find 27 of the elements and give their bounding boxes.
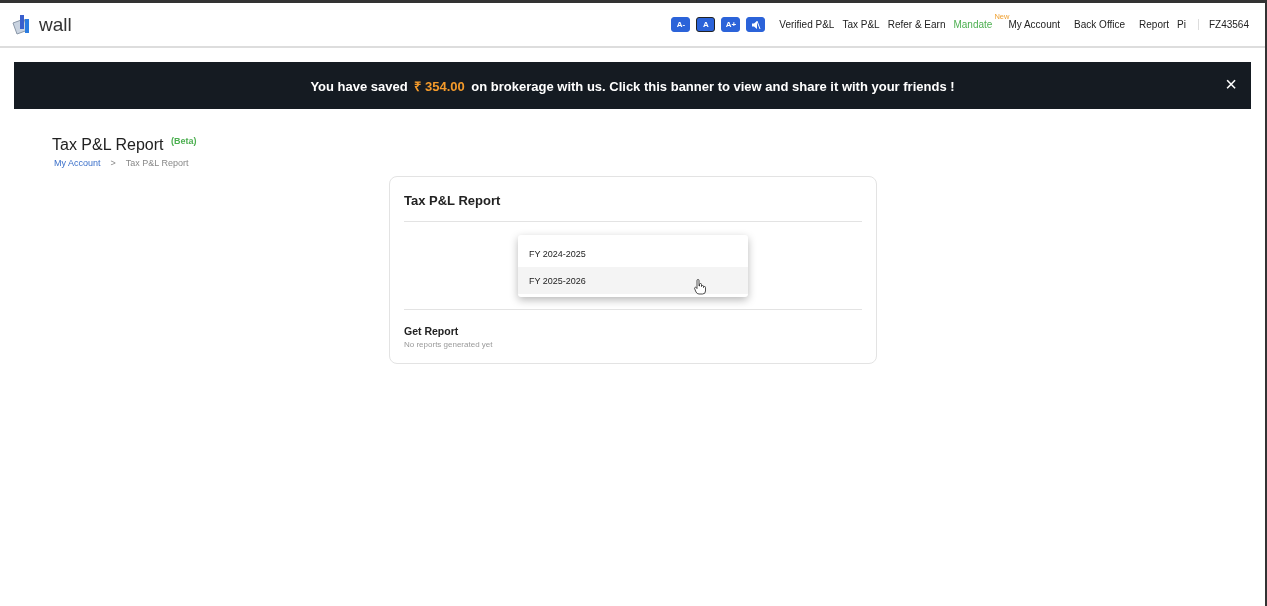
mute-button[interactable] [746,17,766,32]
section-title: Get Report [404,325,460,337]
nav-link[interactable]: Verified P&L [779,19,835,30]
logo-text: wall [39,13,72,36]
savings-banner[interactable]: You have saved ₹ 354.00 on brokerage with us. Click this banner to view and share it with your friends ! × [14,62,1251,109]
nav-link[interactable]: My Account [1008,19,1061,30]
breadcrumb-link[interactable]: My Account [54,158,101,168]
nav-link[interactable]: Pi [1177,19,1186,30]
banner-text: You have saved ₹ 354.00 on brokerage with us. Click this banner to view and share it with your friends ! [310,77,955,95]
year-option[interactable]: FY 2025-2026 [518,267,748,294]
breadcrumb-separator: > [110,158,116,168]
font-size-button[interactable]: A+ [721,17,741,32]
year-option[interactable]: FY 2024-2025 [518,240,748,267]
mute-icon [750,19,761,30]
close-button[interactable]: × [1225,74,1237,94]
card-title: Tax P&L Report [404,193,862,222]
breadcrumb-current: Tax P&L Report [125,158,189,168]
client-id[interactable]: FZ43564 [1197,19,1249,30]
nav-link[interactable]: Refer & Earn [887,19,946,30]
beta-label: (Beta) [170,136,197,146]
font-size-button[interactable]: A- [671,17,691,32]
page-title: Tax P&L Report [52,136,164,153]
empty-note: No reports generated yet [404,340,494,349]
nav-link[interactable]: Back Office [1074,19,1126,30]
font-size-button[interactable]: A [696,17,716,32]
nav-link[interactable]: Tax P&L [842,19,880,30]
nav-link[interactable]: Report [1139,19,1170,30]
